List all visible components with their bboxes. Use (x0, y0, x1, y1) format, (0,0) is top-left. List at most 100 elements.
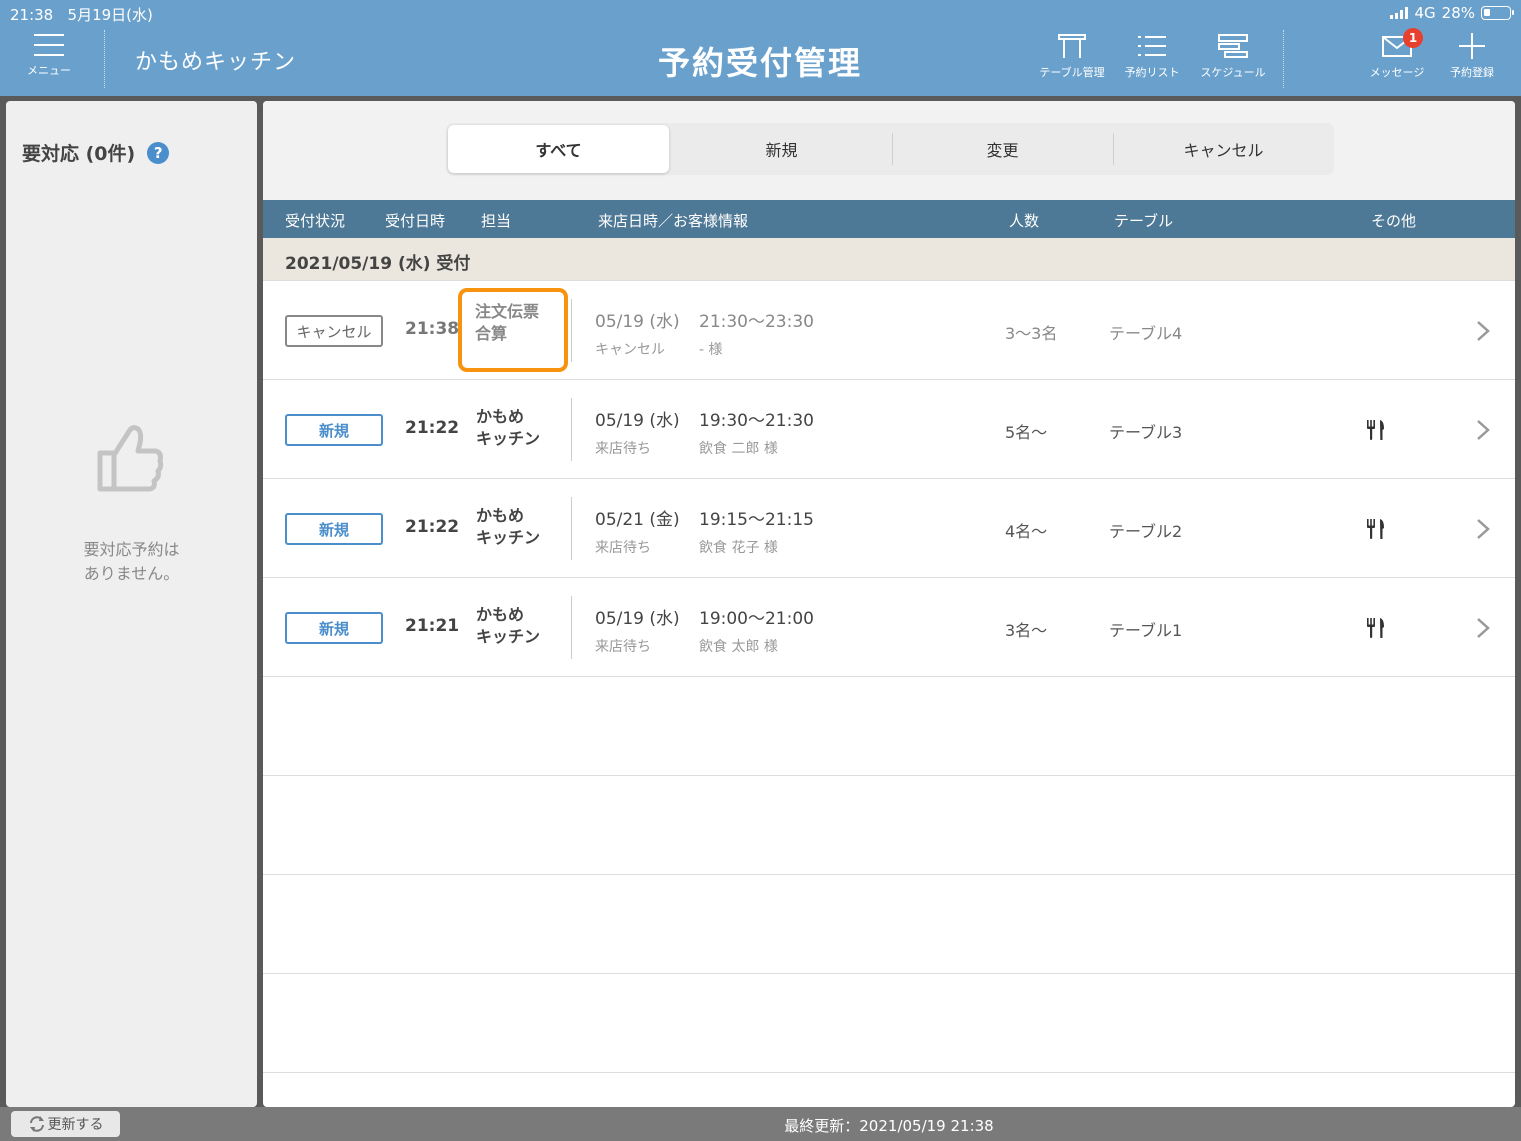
visit-status: キャンセル (595, 342, 665, 358)
tab-new[interactable]: 新規 (671, 123, 892, 175)
staff-line1: 注文伝票 (475, 302, 540, 321)
chevron-right-icon (1475, 616, 1491, 644)
table-name: テーブル4 (1109, 324, 1183, 343)
status-bar-left: 21:38 5月19日(水) (10, 4, 153, 25)
tab-cancelled[interactable]: キャンセル (1113, 123, 1334, 175)
table-management-button[interactable]: テーブル管理 (1034, 32, 1110, 80)
action-required-label: 要対応 (0件) (22, 143, 136, 165)
visit-date: 05/19 (水) (595, 411, 680, 431)
table-icon (1056, 32, 1088, 60)
menu-label: メニュー (27, 64, 71, 77)
customer-name: 飲食 太郎 様 (699, 639, 778, 655)
empty-row (263, 677, 1515, 776)
status-badge: キャンセル (285, 315, 383, 347)
staff-name: かもめ キッチン (476, 505, 568, 549)
new-reservation-button[interactable]: 予約登録 (1442, 32, 1502, 80)
reservation-row[interactable]: 新規 21:22 かもめ キッチン 05/19 (水) 19:30〜21:30 … (263, 380, 1515, 479)
status-date: 5月19日(水) (67, 6, 153, 24)
messages-label: メッセージ (1369, 66, 1425, 79)
last-updated: 最終更新：2021/05/19 21:38 (784, 1117, 994, 1135)
visit-time: 19:30〜21:30 (699, 411, 814, 431)
visit-time: 21:30〜23:30 (699, 312, 814, 332)
refresh-label: 更新する (47, 1117, 104, 1133)
schedule-label: スケジュール (1200, 66, 1266, 79)
staff-line2: キッチン (476, 627, 541, 646)
filter-area: すべて 新規 変更 キャンセル (263, 101, 1515, 200)
column-header-other: その他 (1371, 212, 1417, 230)
empty-message-line2: ありません。 (83, 564, 180, 583)
visit-status: 来店待ち (595, 639, 651, 655)
table-name: テーブル2 (1109, 522, 1183, 541)
empty-row (263, 776, 1515, 875)
received-time: 21:38 (405, 319, 460, 339)
refresh-button[interactable]: 更新する (11, 1111, 120, 1137)
bottom-bar: 更新する 最終更新：2021/05/19 21:38 (0, 1107, 1521, 1141)
battery-icon (1481, 6, 1514, 20)
signal-icon (1390, 7, 1409, 19)
action-required-sidebar: 要対応 (0件) ? 要対応予約は ありません。 (6, 101, 257, 1107)
action-required-title: 要対応 (0件) ? (22, 139, 170, 166)
staff-line2: キッチン (476, 429, 541, 448)
message-count-badge: 1 (1403, 28, 1423, 48)
schedule-icon (1217, 32, 1249, 60)
schedule-button[interactable]: スケジュール (1196, 32, 1270, 80)
plus-icon (1456, 32, 1488, 60)
divider (104, 30, 105, 88)
column-header-visit: 来店日時／お客様情報 (598, 212, 749, 230)
list-icon (1136, 32, 1168, 60)
party-size: 3〜3名 (1005, 324, 1058, 343)
reservation-row[interactable]: 新規 21:21 かもめ キッチン 05/19 (水) 19:00〜21:00 … (263, 578, 1515, 677)
filter-tabs: すべて 新規 変更 キャンセル (446, 123, 1334, 175)
visit-time: 19:00〜21:00 (699, 609, 814, 629)
staff-name: かもめ キッチン (476, 604, 568, 648)
staff-name: 注文伝票 合算 (458, 288, 568, 372)
network-type: 4G (1414, 4, 1436, 22)
customer-name: 飲食 花子 様 (699, 540, 778, 556)
help-icon[interactable]: ? (147, 141, 170, 164)
reservation-panel: すべて 新規 変更 キャンセル 受付状況 受付日時 担当 来店日時／お客様情報 … (263, 101, 1515, 1107)
chevron-right-icon (1475, 319, 1491, 347)
table-name: テーブル1 (1109, 621, 1183, 640)
tab-changed[interactable]: 変更 (892, 123, 1113, 175)
shop-name: かもめキッチン (135, 50, 297, 75)
new-reservation-label: 予約登録 (1450, 66, 1494, 79)
empty-row (263, 875, 1515, 974)
empty-message-line1: 要対応予約は (83, 540, 180, 559)
top-bar: 21:38 5月19日(水) 4G 28% メニュー かもめキッチン 予約受付管… (0, 0, 1521, 96)
divider (571, 596, 572, 659)
chevron-right-icon (1475, 517, 1491, 545)
received-time: 21:22 (405, 418, 460, 438)
divider (571, 299, 572, 362)
empty-row (263, 974, 1515, 1073)
chevron-right-icon (1475, 418, 1491, 446)
clock: 21:38 (10, 6, 54, 24)
staff-line1: かもめ (476, 605, 525, 624)
column-header-staff: 担当 (481, 212, 512, 230)
visit-date: 05/21 (金) (595, 510, 680, 530)
customer-name: - 様 (699, 342, 723, 358)
mail-icon: 1 (1381, 28, 1423, 60)
date-group-header: 2021/05/19 (水) 受付 (263, 238, 1515, 281)
reservation-row[interactable]: 新規 21:22 かもめ キッチン 05/21 (金) 19:15〜21:15 … (263, 479, 1515, 578)
fork-knife-icon (1365, 616, 1387, 644)
fork-knife-icon (1365, 517, 1387, 545)
staff-line2: 合算 (475, 324, 508, 343)
tab-all[interactable]: すべて (448, 125, 669, 173)
battery-percent: 28% (1441, 4, 1475, 22)
menu-button[interactable]: メニュー (18, 34, 80, 84)
divider (571, 398, 572, 461)
staff-line1: かもめ (476, 407, 525, 426)
status-badge: 新規 (285, 513, 383, 545)
party-size: 3名〜 (1005, 621, 1048, 640)
staff-line1: かもめ (476, 506, 525, 525)
messages-button[interactable]: 1 メッセージ (1366, 28, 1428, 80)
fork-knife-icon (1365, 418, 1387, 446)
reservation-list-button[interactable]: 予約リスト (1120, 32, 1184, 80)
received-time: 21:22 (405, 517, 460, 537)
party-size: 5名〜 (1005, 423, 1048, 442)
table-name: テーブル3 (1109, 423, 1183, 442)
visit-status: 来店待ち (595, 540, 651, 556)
column-header-status: 受付状況 (285, 212, 346, 230)
customer-name: 飲食 二郎 様 (699, 441, 778, 457)
reservation-row[interactable]: キャンセル 21:38 注文伝票 合算 05/19 (水) 21:30〜23:3… (263, 281, 1515, 380)
